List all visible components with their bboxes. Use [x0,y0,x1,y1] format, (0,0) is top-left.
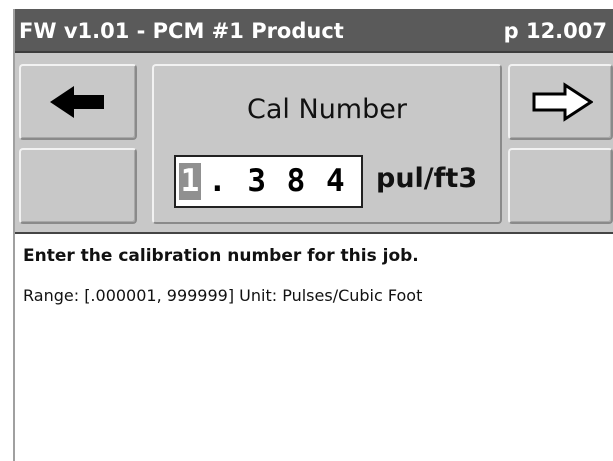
back-button[interactable] [19,64,137,140]
edit-cursor-digit: 1 [179,163,201,200]
cal-number-input[interactable]: 1 . 3 8 4 [174,155,363,208]
page-number: p 12.007 [503,19,607,43]
unit-label: pul/ft3 [376,163,478,194]
value-digits: . 3 8 4 [208,163,346,199]
screen-title: FW v1.01 - PCM #1 Product [19,19,344,43]
left-blank-button[interactable] [19,148,137,224]
range-text: Range: [.000001, 999999] Unit: Pulses/Cu… [23,286,423,305]
device-screen: FW v1.01 - PCM #1 Product p 12.007 Cal N… [13,9,613,461]
title-bar: FW v1.01 - PCM #1 Product p 12.007 [15,9,613,53]
right-blank-button[interactable] [508,148,613,224]
field-label: Cal Number [247,94,407,125]
arrow-left-solid-icon [50,86,104,118]
arrow-right-outline-icon [532,82,593,122]
next-button[interactable] [508,64,613,140]
help-heading: Enter the calibration number for this jo… [23,246,419,266]
value-panel: Cal Number 1 . 3 8 4 pul/ft3 [152,64,502,224]
help-panel: Enter the calibration number for this jo… [15,232,613,461]
